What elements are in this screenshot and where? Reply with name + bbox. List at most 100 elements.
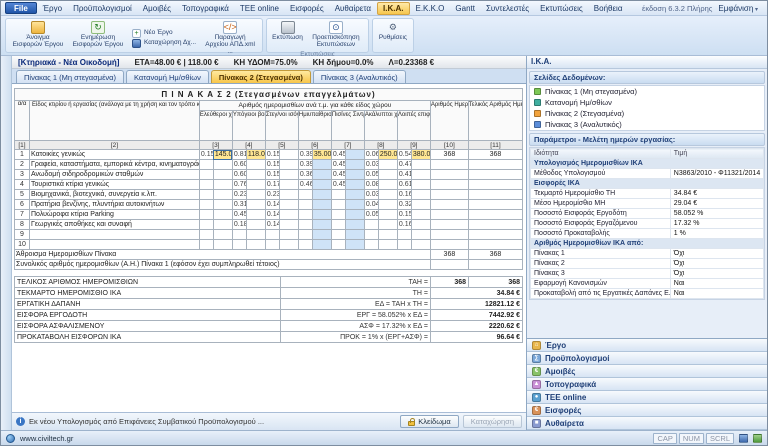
area-cell[interactable] — [411, 180, 430, 190]
area-cell[interactable] — [213, 210, 232, 220]
area-cell[interactable] — [378, 210, 397, 220]
area-cell[interactable] — [213, 230, 232, 240]
menu-item-Ι.Κ.Α.[interactable]: Ι.Κ.Α. — [377, 2, 409, 15]
menu-item-Αμοιβές[interactable]: Αμοιβές — [138, 3, 176, 14]
menu-item-Εκτυπώσεις[interactable]: Εκτυπώσεις — [535, 3, 588, 14]
nav-Αυθαίρετα[interactable]: ■Αυθαίρετα — [527, 417, 767, 430]
area-cell[interactable]: 118.00 — [246, 150, 265, 160]
area-cell[interactable] — [279, 150, 298, 160]
area-cell[interactable] — [246, 230, 265, 240]
website-link[interactable]: www.civiltech.gr — [20, 434, 73, 443]
nav-Τοπογραφικά[interactable]: ▲Τοπογραφικά — [527, 378, 767, 391]
area-cell[interactable] — [246, 160, 265, 170]
area-cell[interactable] — [411, 210, 430, 220]
nav-Αμοιβές[interactable]: €Αμοιβές — [527, 365, 767, 378]
area-cell[interactable] — [246, 200, 265, 210]
area-cell[interactable] — [411, 230, 430, 240]
nav-Εισφορές[interactable]: €Εισφορές — [527, 404, 767, 417]
area-cell[interactable] — [279, 220, 298, 230]
area-cell[interactable] — [411, 190, 430, 200]
area-cell[interactable] — [279, 190, 298, 200]
page-item-2[interactable]: Κατανομή Ημ/σθίων — [530, 97, 764, 108]
param-value[interactable]: Όχι — [670, 259, 763, 269]
menu-item-Αυθαίρετα[interactable]: Αυθαίρετα — [330, 3, 376, 14]
area-cell[interactable]: 250.00 — [378, 150, 397, 160]
area-cell[interactable] — [411, 160, 430, 170]
area-cell[interactable] — [312, 210, 331, 220]
param-section-header[interactable]: Αριθμός Ημερομισθίων ΙΚΑ από: — [531, 239, 764, 249]
param-value[interactable]: 17.32 % — [670, 219, 763, 229]
area-cell[interactable]: 380.00 — [411, 150, 430, 160]
area-cell[interactable] — [213, 170, 232, 180]
update-contributions-button[interactable]: ↻Ενημέρωση Εισφορών Έργου — [69, 20, 127, 56]
param-section-header[interactable]: Εισφορές ΙΚΑ — [531, 179, 764, 189]
area-cell[interactable] — [213, 200, 232, 210]
area-cell[interactable]: 35.00 — [312, 150, 331, 160]
tab-1[interactable]: Πίνακας 1 (Μη στεγασμένα) — [16, 70, 124, 83]
nav-Έργο[interactable]: ⌂Έργο — [527, 339, 767, 352]
collapsed-side-panel[interactable] — [1, 56, 12, 430]
menu-item-Εισφορές[interactable]: Εισφορές — [285, 3, 329, 14]
area-cell[interactable] — [378, 160, 397, 170]
area-cell[interactable] — [345, 160, 364, 170]
area-cell[interactable] — [246, 170, 265, 180]
menu-item-Προϋπολογισμοί[interactable]: Προϋπολογισμοί — [68, 3, 137, 14]
param-value[interactable]: 1 % — [670, 229, 763, 239]
area-cell[interactable] — [378, 220, 397, 230]
area-cell[interactable] — [411, 220, 430, 230]
area-cell[interactable] — [279, 240, 298, 250]
area-cell[interactable] — [345, 200, 364, 210]
menu-item-Τοπογραφικά[interactable]: Τοπογραφικά — [177, 3, 234, 14]
area-cell[interactable] — [213, 180, 232, 190]
area-cell[interactable] — [279, 160, 298, 170]
open-contributions-button[interactable]: Άνοιγμα Εισφορών Έργου — [9, 20, 67, 56]
area-cell[interactable] — [312, 190, 331, 200]
commit-button[interactable]: Καταχώρηση — [463, 415, 522, 428]
area-cell[interactable] — [312, 240, 331, 250]
param-value[interactable]: 34.84 € — [670, 189, 763, 199]
area-cell[interactable] — [246, 180, 265, 190]
menu-item-Βοήθεια[interactable]: Βοήθεια — [589, 3, 628, 14]
produce-xml-button[interactable]: </>Παραγωγή Αρχείου ΑΠΔ.xml ... — [201, 20, 259, 56]
area-cell[interactable] — [279, 230, 298, 240]
page-item-3[interactable]: Πίνακας 2 (Στεγασμένα) — [530, 108, 764, 119]
area-cell[interactable] — [213, 160, 232, 170]
tab-3[interactable]: Πίνακας 2 (Στεγασμένα) — [211, 70, 311, 83]
file-menu-button[interactable]: File — [5, 2, 37, 14]
area-cell[interactable] — [312, 160, 331, 170]
area-cell[interactable] — [246, 190, 265, 200]
area-cell[interactable] — [411, 170, 430, 180]
nav-Προϋπολογισμοί[interactable]: ∑Προϋπολογισμοί — [527, 352, 767, 365]
param-value[interactable]: 29.04 € — [670, 199, 763, 209]
settings-button[interactable]: ⚙Ρυθμίσεις — [376, 20, 410, 50]
area-cell[interactable] — [378, 170, 397, 180]
lock-button[interactable]: Κλείδωμα — [400, 415, 458, 428]
param-value[interactable]: 58.052 % — [670, 209, 763, 219]
param-value[interactable]: Όχι — [670, 269, 763, 279]
area-cell[interactable] — [246, 210, 265, 220]
print-button[interactable]: Εκτύπωση — [270, 20, 305, 50]
area-cell[interactable] — [345, 220, 364, 230]
menu-item-ΤΕΕ online[interactable]: ΤΕΕ online — [235, 3, 284, 14]
tab-4[interactable]: Πίνακας 3 (Αναλυτικός) — [313, 70, 406, 83]
area-cell[interactable] — [378, 230, 397, 240]
area-cell[interactable] — [411, 200, 430, 210]
area-cell[interactable] — [312, 230, 331, 240]
param-value[interactable]: Ναι — [670, 279, 763, 289]
param-value[interactable]: Ναι — [670, 289, 763, 299]
area-cell[interactable] — [279, 170, 298, 180]
page-item-1[interactable]: Πίνακας 1 (Μη στεγασμένα) — [530, 86, 764, 97]
area-cell[interactable] — [345, 170, 364, 180]
nav-ΤΕΕ online[interactable]: ●ΤΕΕ online — [527, 391, 767, 404]
area-cell[interactable] — [378, 190, 397, 200]
tab-2[interactable]: Κατανομή Ημ/σθίων — [126, 70, 209, 83]
area-cell[interactable] — [246, 240, 265, 250]
menu-item-Gantt[interactable]: Gantt — [450, 3, 480, 14]
area-cell[interactable] — [279, 200, 298, 210]
area-cell[interactable] — [213, 220, 232, 230]
menu-item-Ε.Κ.Κ.Ο[interactable]: Ε.Κ.Κ.Ο — [411, 3, 450, 14]
menu-item-Έργο[interactable]: Έργο — [38, 3, 67, 14]
print-preview-button[interactable]: ⊙Προεπισκόπηση Εκτυπώσεων — [307, 20, 365, 50]
new-project-button[interactable]: +Νέο Έργο — [129, 29, 199, 38]
area-cell[interactable] — [246, 220, 265, 230]
